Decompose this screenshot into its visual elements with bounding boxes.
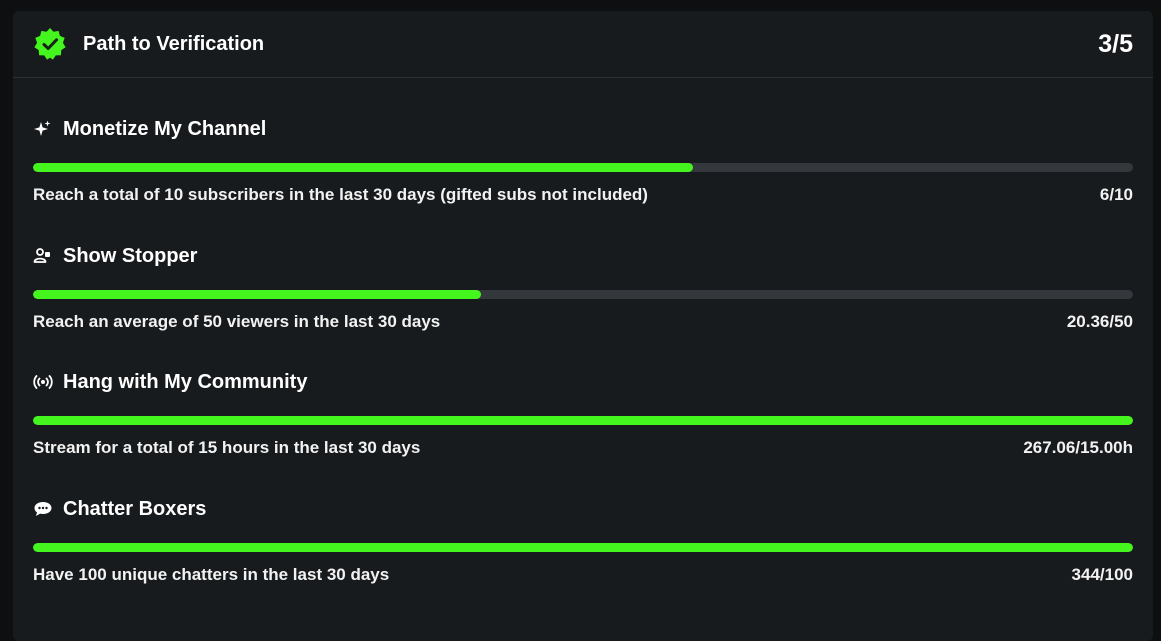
goal-value: 20.36/50 bbox=[1066, 311, 1133, 331]
goal-title: Monetize My Channel bbox=[63, 118, 267, 140]
goal-list: Monetize My Channel Reach a total of 10 … bbox=[13, 78, 1153, 584]
goal-item: Hang with My Community Stream for a tota… bbox=[33, 331, 1133, 458]
goal-value: 6/10 bbox=[1099, 185, 1133, 204]
progress-bar-fill bbox=[33, 163, 693, 172]
goal-description: Reach an average of 50 viewers in the la… bbox=[33, 311, 441, 331]
sparkle-icon bbox=[33, 118, 55, 140]
progress-bar bbox=[33, 163, 1133, 172]
goal-value: 267.06/15.00h bbox=[1023, 438, 1133, 458]
progress-bar-fill bbox=[33, 542, 1133, 552]
goal-title: Chatter Boxers bbox=[63, 497, 207, 520]
goal-header: Hang with My Community bbox=[33, 369, 307, 395]
goal-item: Monetize My Channel Reach a total of 10 … bbox=[33, 78, 1133, 205]
chat-bubble-icon bbox=[33, 498, 55, 520]
viewers-icon bbox=[33, 245, 55, 267]
verification-card: Path to Verification 3/5 Monetize My Cha… bbox=[13, 11, 1153, 641]
card-header: Path to Verification 3/5 bbox=[13, 11, 1153, 78]
verified-badge-icon bbox=[33, 27, 67, 61]
progress-bar bbox=[33, 289, 1133, 299]
goal-description: Reach a total of 10 subscribers in the l… bbox=[33, 185, 648, 204]
goal-title: Hang with My Community bbox=[63, 371, 308, 394]
goal-header: Chatter Boxers bbox=[33, 496, 206, 522]
broadcast-icon bbox=[33, 371, 55, 393]
verification-progress-count: 3/5 bbox=[1098, 30, 1133, 58]
goal-value: 344/100 bbox=[1071, 564, 1133, 584]
goal-item: Show Stopper Reach an average of 50 view… bbox=[33, 205, 1133, 332]
goal-header: Show Stopper bbox=[33, 243, 197, 269]
goal-header: Monetize My Channel bbox=[33, 116, 266, 142]
card-title: Path to Verification bbox=[83, 33, 265, 55]
goal-description: Have 100 unique chatters in the last 30 … bbox=[33, 564, 390, 584]
goal-title: Show Stopper bbox=[63, 244, 198, 267]
goal-item: Chatter Boxers Have 100 unique chatters … bbox=[33, 458, 1133, 585]
progress-bar bbox=[33, 416, 1133, 426]
goal-description: Stream for a total of 15 hours in the la… bbox=[33, 438, 421, 458]
progress-bar-fill bbox=[33, 416, 1133, 426]
progress-bar-fill bbox=[33, 289, 481, 299]
progress-bar bbox=[33, 542, 1133, 552]
